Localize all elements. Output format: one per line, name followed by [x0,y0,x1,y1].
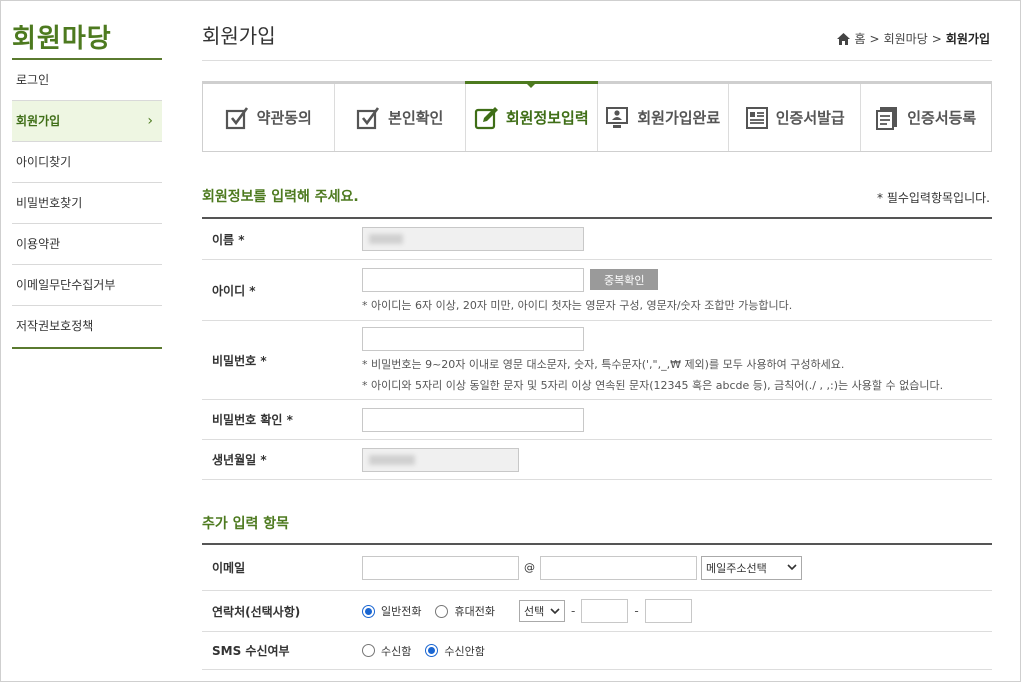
home-icon[interactable] [837,32,851,45]
id-label: 아이디 * [212,283,256,298]
sidebar-item-copyright[interactable]: 저작권보호정책 [12,306,162,347]
form-row-phone: 연락처(선택사항) 일반전화 휴대전화 선택 - - [202,591,992,632]
section-title: 추가 입력 항목 [202,516,290,532]
redacted-value [369,234,403,244]
email-domain-input[interactable] [540,555,697,580]
sidebar-item-find-id[interactable]: 아이디찾기 [12,142,162,183]
email-label: 이메일 [212,561,246,575]
select-value: 선택 [523,605,545,618]
chevron-down-icon [787,564,797,571]
password-input[interactable] [362,327,584,351]
sidebar-item-find-password[interactable]: 비밀번호찾기 [12,183,162,224]
email-id-input[interactable] [362,555,519,580]
step-terms: 약관동의 [203,84,335,151]
phone-label: 연락처(선택사항) [212,604,301,619]
form-row-sms: SMS 수신여부 수신함 수신안함 [202,632,992,670]
member-info-form: 이름 * 아이디 * 중복확인 * 아이디는 6자 이상, 20자 미만, 아이… [202,217,992,480]
landline-label[interactable]: 일반전화 [381,603,421,619]
dash: - [634,604,639,618]
checkbox-icon [357,106,380,129]
breadcrumb-separator: > [931,31,942,46]
chevron-right-icon: › [147,113,153,129]
signup-steps: 약관동의 본인확인 회원정보입력 회원가입완료 인증서발급 인증서등록 [202,81,992,152]
page-title: 회원가입 [202,24,276,48]
breadcrumb-parent[interactable]: 회원마당 [884,30,928,47]
email-domain-select[interactable]: 메일주소선택 [701,555,802,580]
name-label: 이름 * [212,232,245,247]
checkbox-icon [225,106,248,129]
phone-last-input[interactable] [644,599,692,623]
sidebar-item-terms[interactable]: 이용약관 [12,224,162,265]
email-at-sign: @ [524,561,535,574]
sidebar-item-email-refusal[interactable]: 이메일무단수집거부 [12,265,162,306]
id-hint: * 아이디는 6자 이상, 20자 미만, 아이디 첫자는 영문자 구성, 영문… [362,298,793,312]
form-row-birthdate: 생년월일 * [202,440,992,480]
id-input[interactable] [362,267,584,292]
phone-middle-input[interactable] [581,599,629,623]
step-info-input: 회원정보입력 [465,81,598,151]
required-note: * 필수입력항목입니다. [877,191,990,205]
step-cert-register: 인증서등록 [861,84,992,151]
sms-receive-label[interactable]: 수신함 [381,643,411,659]
section-title: 회원정보를 입력해 주세요. [202,189,359,205]
additional-info-form: 이메일 @ 메일주소선택 연락처(선택사항) 일반전화 휴대전화 선택 - - … [202,543,992,670]
breadcrumb-separator: > [869,31,880,46]
mobile-radio[interactable] [435,604,449,618]
select-value: 메일주소선택 [706,561,767,575]
step-identity: 본인확인 [335,84,466,151]
sms-reject-label[interactable]: 수신안함 [444,643,484,659]
sms-reject-radio[interactable] [425,644,439,657]
register-icon [876,106,898,130]
form-row-name: 이름 * [202,219,992,260]
step-label: 약관동의 [256,109,312,127]
sidebar-item-label: 회원가입 [16,114,61,128]
password-confirm-input[interactable] [362,407,584,432]
birthdate-field [362,447,519,472]
form-row-password: 비밀번호 * * 비밀번호는 9~20자 이내로 영문 대소문자, 숫자, 특수… [202,321,992,400]
duplicate-check-button[interactable]: 중복확인 [590,269,659,290]
dash: - [570,604,576,618]
step-cert-issue: 인증서발급 [729,84,861,151]
password-hint-2: * 아이디와 5자리 이상 동일한 문자 및 5자리 이상 연속된 문자(123… [362,379,944,392]
step-label: 인증서발급 [775,109,845,127]
password-hint-1: * 비밀번호는 9~20자 이내로 영문 대소문자, 숫자, 특수문자(',",… [362,358,845,371]
sidebar-title: 회원마당 [12,1,162,60]
birthdate-label: 생년월일 * [212,453,267,467]
step-complete: 회원가입완료 [598,84,729,151]
form-row-id: 아이디 * 중복확인 * 아이디는 6자 이상, 20자 미만, 아이디 첫자는… [202,260,992,321]
monitor-user-icon [606,106,629,128]
breadcrumb-home[interactable]: 홈 [854,30,865,47]
phone-prefix-select[interactable]: 선택 [518,600,565,622]
step-label: 본인확인 [388,109,444,127]
sidebar-item-login[interactable]: 로그인 [12,60,162,101]
sms-receive-radio[interactable] [362,644,375,657]
sidebar-item-join[interactable]: 회원가입 › [12,101,162,142]
breadcrumb: 홈 > 회원마당 > 회원가입 [837,30,990,47]
step-label: 회원가입완료 [637,109,721,127]
edit-icon [474,106,498,129]
landline-radio[interactable] [362,604,375,618]
password-label: 비밀번호 * [212,353,267,368]
password-confirm-label: 비밀번호 확인 * [212,413,293,427]
header-divider [202,60,992,61]
chevron-down-icon [550,607,560,614]
sidebar-menu: 로그인 회원가입 › 아이디찾기 비밀번호찾기 이용약관 이메일무단수집거부 저… [12,60,162,349]
certificate-icon [745,106,768,129]
redacted-value [369,454,415,465]
sms-label: SMS 수신여부 [212,644,290,658]
name-field [362,227,584,251]
step-label: 회원정보입력 [505,109,589,127]
mobile-label[interactable]: 휴대전화 [454,603,494,619]
breadcrumb-current: 회원가입 [945,32,990,46]
step-label: 인증서등록 [907,109,977,127]
sidebar: 회원마당 로그인 회원가입 › 아이디찾기 비밀번호찾기 이용약관 이메일무단수… [12,1,162,349]
form-row-email: 이메일 @ 메일주소선택 [202,545,992,591]
form-row-password-confirm: 비밀번호 확인 * [202,400,992,440]
